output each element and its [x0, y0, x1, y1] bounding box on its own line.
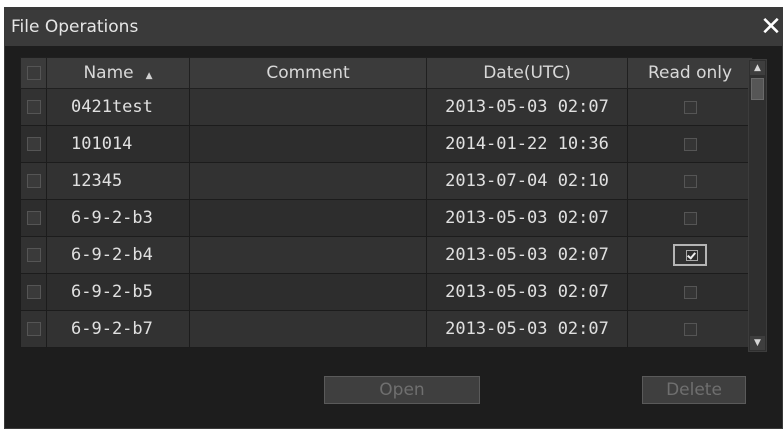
row-comment — [189, 88, 427, 126]
row-select-checkbox[interactable] — [26, 174, 41, 188]
row-comment — [189, 199, 427, 237]
row-name: 6-9-2-b7 — [46, 310, 190, 348]
row-read-only-cell[interactable] — [627, 236, 753, 274]
column-header-read-only[interactable]: Read only — [627, 57, 753, 89]
delete-button[interactable]: Delete — [642, 376, 746, 404]
row-select-cell[interactable] — [20, 199, 47, 237]
table-row[interactable]: 0421test 2013-05-03 02:07 — [20, 88, 753, 126]
scroll-up-icon[interactable]: ▲ — [750, 61, 765, 75]
row-comment — [189, 162, 427, 200]
close-icon[interactable]: ✕ — [758, 14, 783, 40]
table-row[interactable]: 6-9-2-b3 2013-05-03 02:07 — [20, 199, 753, 237]
row-name: 101014 — [46, 125, 190, 163]
table-header: Name ▲ Comment Date(UTC) Read only — [20, 57, 753, 89]
read-only-checkbox[interactable] — [683, 137, 697, 151]
select-all-checkbox[interactable] — [26, 66, 41, 80]
column-header-name-label: Name — [83, 63, 134, 83]
row-read-only-cell[interactable] — [627, 125, 753, 163]
table-row[interactable]: 101014 2014-01-22 10:36 — [20, 125, 753, 163]
row-read-only-cell[interactable] — [627, 162, 753, 200]
row-comment — [189, 310, 427, 348]
vertical-scrollbar[interactable]: ▲ ▼ — [748, 59, 767, 352]
row-select-cell[interactable] — [20, 310, 47, 348]
table-row[interactable]: 12345 2013-07-04 02:10 — [20, 162, 753, 200]
row-select-checkbox[interactable] — [26, 322, 41, 336]
file-table: Name ▲ Comment Date(UTC) Read only 0421te… — [20, 57, 753, 348]
column-header-date[interactable]: Date(UTC) — [426, 57, 628, 89]
select-all-cell[interactable] — [20, 57, 47, 89]
row-name: 6-9-2-b3 — [46, 199, 190, 237]
row-select-cell[interactable] — [20, 273, 47, 311]
row-select-checkbox[interactable] — [26, 285, 41, 299]
sort-ascending-icon: ▲ — [145, 71, 153, 81]
column-header-comment-label: Comment — [266, 63, 350, 83]
scroll-down-icon[interactable]: ▼ — [750, 336, 765, 350]
read-only-checkbox[interactable] — [683, 100, 697, 114]
open-button[interactable]: Open — [324, 376, 480, 404]
row-date: 2013-07-04 02:10 — [426, 162, 628, 200]
column-header-date-label: Date(UTC) — [483, 63, 571, 83]
check-mark-icon — [686, 250, 698, 261]
row-read-only-cell[interactable] — [627, 273, 753, 311]
table-row[interactable]: 6-9-2-b4 2013-05-03 02:07 — [20, 236, 753, 274]
read-only-checkbox[interactable] — [683, 174, 697, 188]
column-header-read-only-label: Read only — [647, 63, 733, 83]
row-select-cell[interactable] — [20, 162, 47, 200]
table-row[interactable]: 6-9-2-b7 2013-05-03 02:07 — [20, 310, 753, 348]
window-title: File Operations — [11, 17, 139, 37]
read-only-checkbox[interactable] — [683, 211, 697, 225]
scrollbar-thumb[interactable] — [751, 78, 764, 100]
row-date: 2013-05-03 02:07 — [426, 310, 628, 348]
column-header-name[interactable]: Name ▲ — [46, 57, 190, 89]
row-select-checkbox[interactable] — [26, 100, 41, 114]
row-name: 6-9-2-b4 — [46, 236, 190, 274]
row-select-cell[interactable] — [20, 236, 47, 274]
row-read-only-cell[interactable] — [627, 88, 753, 126]
row-comment — [189, 273, 427, 311]
title-bar: File Operations ✕ — [5, 8, 782, 46]
row-read-only-cell[interactable] — [627, 199, 753, 237]
row-select-checkbox[interactable] — [26, 248, 41, 262]
read-only-checkbox[interactable] — [683, 285, 697, 299]
row-select-cell[interactable] — [20, 88, 47, 126]
table-row[interactable]: 6-9-2-b5 2013-05-03 02:07 — [20, 273, 753, 311]
read-only-checkbox[interactable] — [683, 322, 697, 336]
row-name: 12345 — [46, 162, 190, 200]
row-date: 2013-05-03 02:07 — [426, 88, 628, 126]
row-date: 2013-05-03 02:07 — [426, 236, 628, 274]
column-header-comment[interactable]: Comment — [189, 57, 427, 89]
row-read-only-cell[interactable] — [627, 310, 753, 348]
row-select-checkbox[interactable] — [26, 211, 41, 225]
row-name: 6-9-2-b5 — [46, 273, 190, 311]
row-date: 2014-01-22 10:36 — [426, 125, 628, 163]
row-date: 2013-05-03 02:07 — [426, 199, 628, 237]
row-comment — [189, 125, 427, 163]
row-select-checkbox[interactable] — [26, 137, 41, 151]
row-name: 0421test — [46, 88, 190, 126]
row-select-cell[interactable] — [20, 125, 47, 163]
read-only-checkbox-checked[interactable] — [673, 244, 707, 266]
row-comment — [189, 236, 427, 274]
row-date: 2013-05-03 02:07 — [426, 273, 628, 311]
